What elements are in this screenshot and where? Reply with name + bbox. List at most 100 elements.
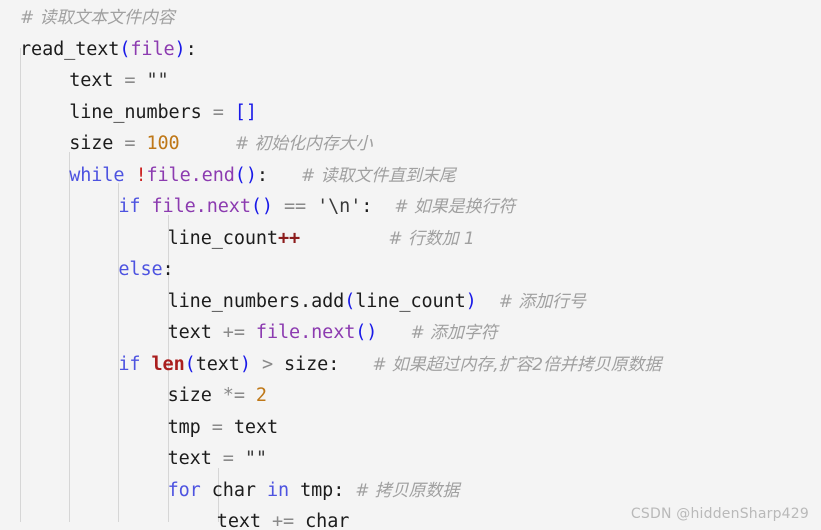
token-plain: text [69, 70, 125, 91]
token-str: "" [244, 448, 267, 469]
token-op: = [124, 133, 136, 154]
token-plain: line_count [355, 290, 466, 312]
token-plain: size [69, 133, 125, 154]
token-comment: # 如果是换行符 [394, 197, 516, 217]
token-plain: line_count [167, 227, 278, 249]
token-paren: () [234, 164, 257, 186]
token-plain: tmp [289, 479, 334, 501]
token-paren: ) [174, 38, 186, 60]
code-line[interactable]: size = 100 # 初始化内存大小 [0, 128, 821, 160]
token-op: = [222, 448, 234, 469]
code-line[interactable]: line_count++ # 行数加 1 [0, 223, 821, 255]
token-plain: char [294, 511, 350, 530]
token-attr: file.next [255, 322, 356, 343]
code-line[interactable]: line_numbers = [] [0, 97, 821, 129]
token-op: = [212, 101, 224, 123]
token-num: 2 [255, 385, 267, 406]
token-paren: ) [465, 290, 477, 312]
token-paren: ( [119, 38, 131, 60]
code-line[interactable]: while !file.end(): # 读取文件直到末尾 [0, 160, 821, 192]
token-colon: : [328, 353, 340, 375]
token-kw: if [118, 353, 141, 375]
token-attr: file.end [146, 164, 235, 186]
watermark: CSDN @hiddenSharp429 [630, 506, 809, 522]
token-plain: text [195, 353, 240, 375]
token-colon: : [256, 164, 268, 186]
token-op: += [272, 511, 295, 530]
code-line[interactable]: text += file.next() # 添加字符 [0, 317, 821, 349]
token-plain: char [200, 479, 267, 501]
code-line[interactable]: size *= 2 [0, 380, 821, 412]
token-opred: ++ [277, 227, 301, 249]
token-str: "" [146, 70, 169, 91]
token-num: 100 [146, 133, 180, 154]
token-plain: size [272, 353, 329, 375]
token-plain: line_numbers [69, 101, 213, 123]
token-op: += [222, 322, 245, 343]
token-comment: # 如果超过内存,扩容2倍并拷贝原数据 [372, 354, 662, 375]
token-paren: () [250, 196, 273, 217]
token-paren: () [355, 322, 378, 343]
token-comment: # 添加行号 [498, 291, 586, 312]
token-comment: # 读取文件直到末尾 [301, 165, 456, 186]
token-param: file [130, 38, 175, 60]
token-bracket: [] [234, 101, 257, 123]
code-line[interactable]: if file.next() == '\n': # 如果是换行符 [0, 191, 821, 223]
token-op: > [261, 353, 273, 375]
token-comment: # 初始化内存大小 [234, 134, 373, 154]
token-op: *= [222, 385, 245, 406]
token-plain: text [167, 322, 223, 343]
token-paren: ( [344, 290, 356, 312]
token-plain: text [167, 448, 223, 469]
token-op: = [124, 70, 136, 91]
token-paren: ) [239, 353, 251, 375]
code-line[interactable]: text = "" [0, 65, 821, 97]
code-line[interactable]: # 读取文本文件内容 [0, 2, 821, 34]
token-fn: read_text [20, 38, 120, 60]
token-colon: : [333, 479, 345, 501]
token-plain: text [222, 416, 278, 438]
token-comment: # 读取文本文件内容 [20, 8, 175, 28]
code-line[interactable]: tmp = text [0, 412, 821, 444]
token-comment: # 添加字符 [410, 323, 498, 343]
code-line[interactable]: read_text(file): [0, 34, 821, 66]
token-str: '\n' [317, 196, 362, 217]
token-colon: : [361, 196, 373, 217]
token-paren: ( [184, 353, 196, 375]
token-kw: for [167, 479, 201, 501]
token-plain: text [216, 511, 272, 530]
token-op: == [283, 196, 307, 217]
code-line[interactable]: line_numbers.add(line_count) # 添加行号 [0, 286, 821, 318]
code-line[interactable]: for char in tmp: # 拷贝原数据 [0, 475, 821, 507]
token-kw: while [69, 164, 125, 186]
token-bang: ! [135, 164, 147, 186]
code-line[interactable]: else: [0, 254, 821, 286]
code-block[interactable]: # 读取文本文件内容 read_text(file): text = "" line_… [0, 0, 821, 530]
token-plain: line_numbers.add [167, 290, 345, 312]
code-line[interactable]: if len(text) > size: # 如果超过内存,扩容2倍并拷贝原数据 [0, 349, 821, 381]
token-kw: in [266, 479, 290, 501]
code-line[interactable]: text = "" [0, 443, 821, 475]
token-colon: : [162, 259, 174, 280]
token-builtin: len [151, 353, 185, 375]
token-comment: # 拷贝原数据 [355, 480, 460, 501]
token-plain: tmp [167, 416, 212, 438]
